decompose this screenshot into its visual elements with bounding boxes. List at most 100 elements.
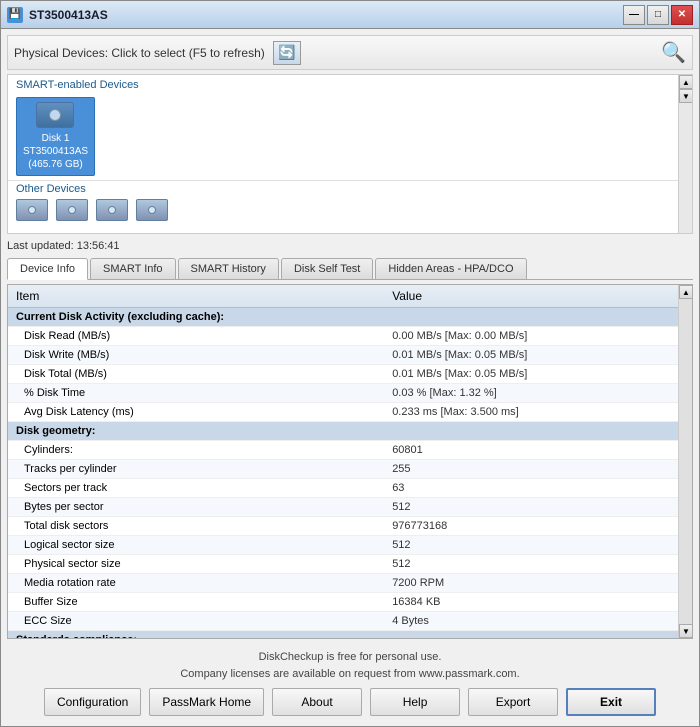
footer-line1: DiskCheckup is free for personal use. [180, 649, 519, 666]
value-cell: 512 [384, 555, 692, 574]
item-cell: ECC Size [8, 612, 384, 631]
table-row: Total disk sectors976773168 [8, 517, 692, 536]
search-icon: 🔍 [661, 40, 686, 65]
section-label: Current Disk Activity (excluding cache): [8, 308, 692, 327]
scroll-up-button[interactable]: ▲ [679, 75, 693, 89]
table-row: Tracks per cylinder255 [8, 460, 692, 479]
table-row: Disk Write (MB/s)0.01 MB/s [Max: 0.05 MB… [8, 346, 692, 365]
last-updated: Last updated: 13:56:41 [7, 238, 693, 254]
value-cell: 255 [384, 460, 692, 479]
tab-smart-history[interactable]: SMART History [178, 258, 279, 279]
value-cell: 4 Bytes [384, 612, 692, 631]
tab-bar: Device Info SMART Info SMART History Dis… [7, 258, 693, 280]
table-row: Standards compliance: [8, 631, 692, 639]
table-row: Avg Disk Latency (ms)0.233 ms [Max: 3.50… [8, 403, 692, 422]
table-row: Current Disk Activity (excluding cache): [8, 308, 692, 327]
value-cell: 0.03 % [Max: 1.32 %] [384, 384, 692, 403]
scroll-down-button[interactable]: ▼ [679, 89, 693, 103]
other-device-2[interactable] [56, 199, 88, 221]
other-device-4[interactable] [136, 199, 168, 221]
physical-devices-label: Physical Devices: Click to select (F5 to… [14, 46, 265, 60]
passmark-home-button[interactable]: PassMark Home [149, 688, 264, 716]
help-button[interactable]: Help [370, 688, 460, 716]
table-scrollbar[interactable]: ▲ ▼ [678, 285, 692, 638]
footer-buttons: Configuration PassMark Home About Help E… [44, 688, 656, 716]
table-row: Sectors per track63 [8, 479, 692, 498]
disk1-label: Disk 1 ST3500413AS (465.76 GB) [23, 132, 88, 171]
maximize-button[interactable]: □ [647, 5, 669, 25]
refresh-icon: 🔄 [278, 44, 295, 61]
footer: DiskCheckup is free for personal use. Co… [7, 643, 693, 720]
value-cell: 16384 KB [384, 593, 692, 612]
value-cell: 0.01 MB/s [Max: 0.05 MB/s] [384, 365, 692, 384]
item-cell: Sectors per track [8, 479, 384, 498]
table-scroll-area[interactable]: Item Value Current Disk Activity (exclud… [8, 285, 692, 638]
device-scrollbar[interactable]: ▲ ▼ [678, 75, 692, 233]
table-row: Physical sector size512 [8, 555, 692, 574]
disk1-item[interactable]: Disk 1 ST3500413AS (465.76 GB) [16, 97, 95, 176]
value-cell: 512 [384, 536, 692, 555]
small-hdd-platter-3 [108, 206, 116, 214]
table-scroll-up[interactable]: ▲ [679, 285, 693, 299]
other-device-3[interactable] [96, 199, 128, 221]
exit-button[interactable]: Exit [566, 688, 656, 716]
value-cell: 512 [384, 498, 692, 517]
col-item-header: Item [8, 285, 384, 308]
item-cell: Cylinders: [8, 441, 384, 460]
tab-hidden-areas[interactable]: Hidden Areas - HPA/DCO [375, 258, 526, 279]
item-cell: Total disk sectors [8, 517, 384, 536]
table-row: Disk geometry: [8, 422, 692, 441]
smart-devices-grid: Disk 1 ST3500413AS (465.76 GB) [8, 93, 692, 180]
title-bar: 💾 ST3500413AS — □ ✕ [1, 1, 699, 29]
device-info-table: Item Value Current Disk Activity (exclud… [8, 285, 692, 638]
item-cell: % Disk Time [8, 384, 384, 403]
item-cell: Physical sector size [8, 555, 384, 574]
table-row: Disk Read (MB/s)0.00 MB/s [Max: 0.00 MB/… [8, 327, 692, 346]
table-scroll-track [679, 299, 692, 624]
app-icon: 💾 [7, 7, 23, 23]
table-row: % Disk Time0.03 % [Max: 1.32 %] [8, 384, 692, 403]
hdd-platter [49, 109, 61, 121]
item-cell: Logical sector size [8, 536, 384, 555]
minimize-button[interactable]: — [623, 5, 645, 25]
item-cell: Buffer Size [8, 593, 384, 612]
table-row: Cylinders:60801 [8, 441, 692, 460]
data-table-container: Item Value Current Disk Activity (exclud… [7, 284, 693, 639]
table-row: Logical sector size512 [8, 536, 692, 555]
item-cell: Disk Write (MB/s) [8, 346, 384, 365]
table-row: Media rotation rate7200 RPM [8, 574, 692, 593]
close-button[interactable]: ✕ [671, 5, 693, 25]
device-panel: SMART-enabled Devices Disk 1 ST3500413AS… [7, 74, 693, 234]
main-window: 💾 ST3500413AS — □ ✕ Physical Devices: Cl… [0, 0, 700, 727]
tab-device-info[interactable]: Device Info [7, 258, 88, 280]
other-devices-label: Other Devices [8, 180, 692, 197]
other-device-1[interactable] [16, 199, 48, 221]
table-row: ECC Size4 Bytes [8, 612, 692, 631]
about-button[interactable]: About [272, 688, 362, 716]
value-cell: 60801 [384, 441, 692, 460]
section-label: Standards compliance: [8, 631, 692, 639]
value-cell: 0.00 MB/s [Max: 0.00 MB/s] [384, 327, 692, 346]
export-button[interactable]: Export [468, 688, 558, 716]
table-row: Buffer Size16384 KB [8, 593, 692, 612]
configuration-button[interactable]: Configuration [44, 688, 141, 716]
section-label: Disk geometry: [8, 422, 692, 441]
item-cell: Tracks per cylinder [8, 460, 384, 479]
value-cell: 63 [384, 479, 692, 498]
footer-line2: Company licenses are available on reques… [180, 666, 519, 683]
table-scroll-down[interactable]: ▼ [679, 624, 693, 638]
smart-devices-label: SMART-enabled Devices [8, 75, 692, 93]
footer-text: DiskCheckup is free for personal use. Co… [180, 649, 519, 682]
refresh-button[interactable]: 🔄 [273, 41, 301, 65]
tab-disk-self-test[interactable]: Disk Self Test [281, 258, 373, 279]
window-controls: — □ ✕ [623, 5, 693, 25]
item-cell: Disk Read (MB/s) [8, 327, 384, 346]
value-cell: 0.01 MB/s [Max: 0.05 MB/s] [384, 346, 692, 365]
item-cell: Media rotation rate [8, 574, 384, 593]
disk1-icon [36, 102, 76, 132]
tab-smart-info[interactable]: SMART Info [90, 258, 176, 279]
table-row: Bytes per sector512 [8, 498, 692, 517]
value-cell: 7200 RPM [384, 574, 692, 593]
small-hdd-platter-2 [68, 206, 76, 214]
item-cell: Disk Total (MB/s) [8, 365, 384, 384]
